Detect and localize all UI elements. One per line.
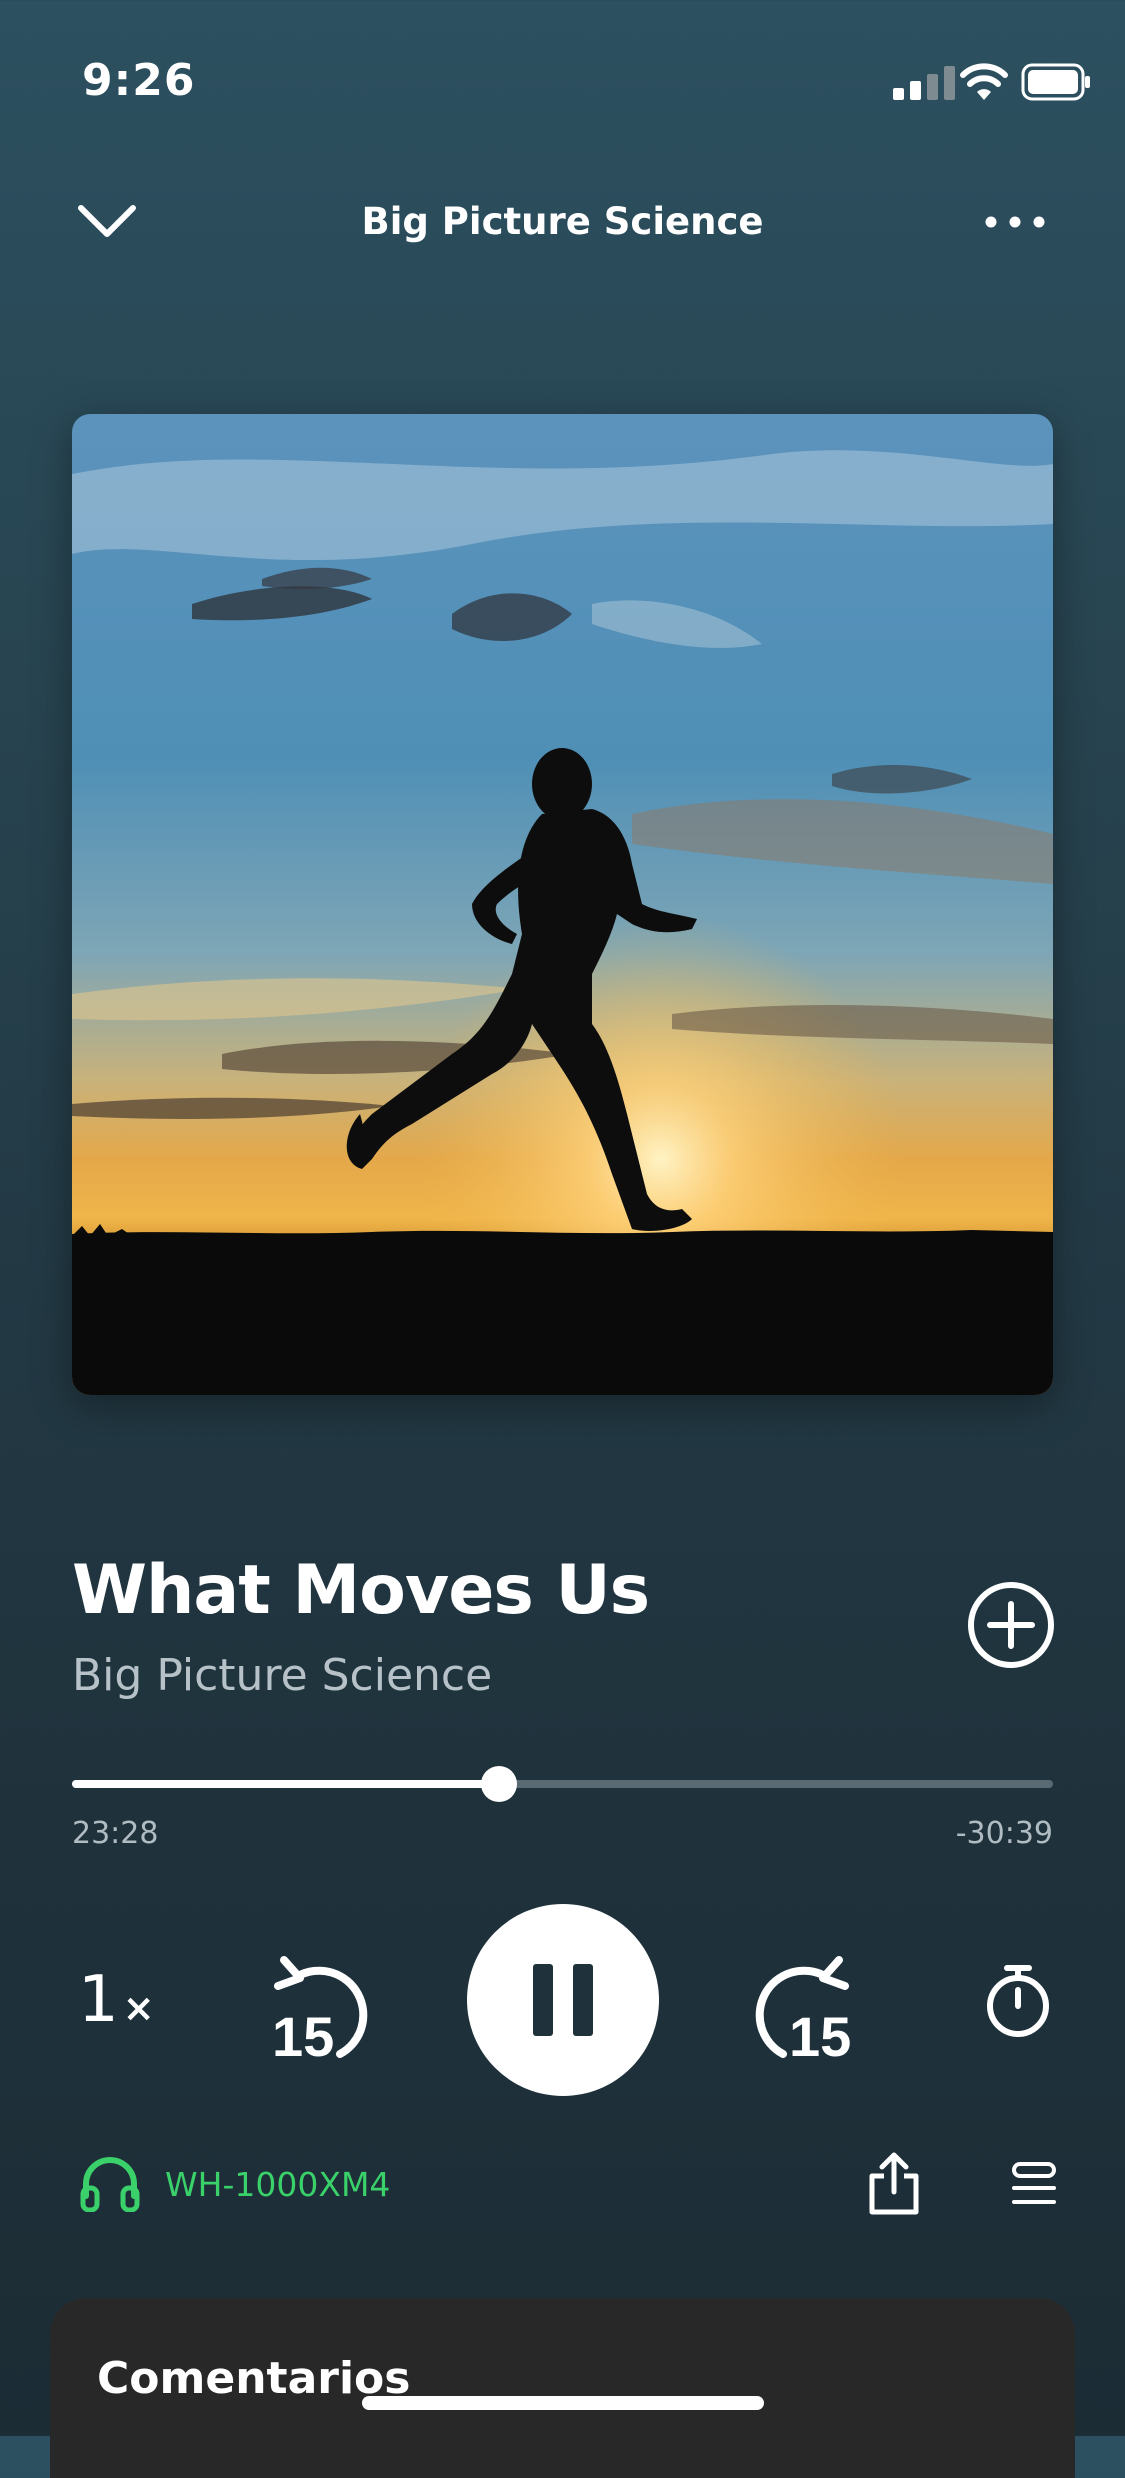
rewind-15-icon[interactable]: 15 <box>268 1952 376 2064</box>
progress-fill <box>72 1780 499 1788</box>
more-horizontal-icon[interactable] <box>983 205 1047 239</box>
pause-button[interactable] <box>467 1904 659 2096</box>
forward-15-icon[interactable]: 15 <box>747 1952 855 2064</box>
connected-device-name[interactable]: WH-1000XM4 <box>165 2162 390 2208</box>
wifi-icon <box>960 63 1008 100</box>
sleep-timer-icon[interactable] <box>983 1960 1053 2040</box>
pause-icon <box>533 1964 593 2036</box>
status-time: 9:26 <box>82 55 196 106</box>
queue-icon[interactable] <box>1010 2160 1058 2208</box>
progress-knob[interactable] <box>480 1766 517 1802</box>
plus-circle-icon[interactable] <box>966 1580 1056 1670</box>
elapsed-time: 23:28 <box>72 1816 159 1851</box>
episode-title: What Moves Us <box>72 1551 650 1630</box>
headphones-icon[interactable] <box>80 2156 140 2212</box>
speed-value: 1 <box>78 1963 119 2037</box>
remaining-time: -30:39 <box>955 1816 1053 1851</box>
cellular-signal-icon <box>893 66 955 100</box>
playback-speed-button[interactable]: 1 × <box>78 1960 155 2048</box>
battery-icon <box>1021 63 1090 101</box>
progress-slider[interactable] <box>72 1766 1053 1802</box>
forward-seconds: 15 <box>789 2005 851 2064</box>
home-indicator[interactable] <box>362 2396 764 2410</box>
header-title: Big Picture Science <box>361 200 764 243</box>
share-icon[interactable] <box>866 2152 922 2216</box>
rewind-seconds: 15 <box>272 2005 334 2064</box>
speed-suffix: × <box>122 1986 155 2030</box>
episode-artwork <box>72 414 1053 1395</box>
episode-show-name[interactable]: Big Picture Science <box>72 1648 492 1704</box>
